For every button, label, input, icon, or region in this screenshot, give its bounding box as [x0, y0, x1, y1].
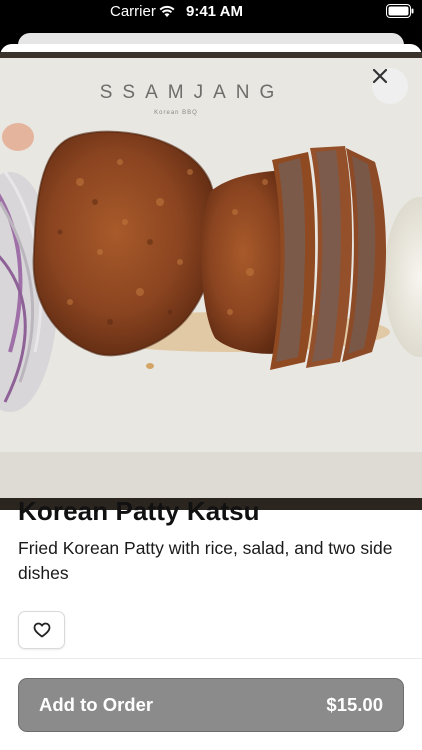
- item-description: Fried Korean Patty with rice, salad, and…: [18, 538, 393, 583]
- wifi-icon: [159, 5, 175, 17]
- item-detail-sheet: SSAMJANG Korean BBQ Korean Patty Katsu F…: [0, 44, 422, 750]
- close-icon: [372, 68, 388, 84]
- favorite-button[interactable]: [18, 611, 65, 649]
- restaurant-subtitle: Korean BBQ: [154, 110, 198, 116]
- add-to-order-button[interactable]: Add to Order $15.00: [18, 678, 404, 732]
- close-button[interactable]: [372, 68, 408, 104]
- add-to-order-label: Add to Order: [39, 694, 154, 715]
- food-photo-illustration: SSAMJANG Korean BBQ: [0, 52, 422, 510]
- divider: [0, 658, 422, 659]
- restaurant-name: SSAMJANG: [100, 82, 285, 103]
- battery-icon: [386, 4, 414, 18]
- item-price: $15.00: [326, 694, 383, 715]
- status-time: 9:41 AM: [186, 3, 243, 20]
- item-title: Korean Patty Katsu: [18, 496, 260, 526]
- carrier-label: Carrier: [110, 3, 156, 20]
- status-bar: Carrier 9:41 AM: [0, 0, 422, 26]
- item-photo: SSAMJANG Korean BBQ: [0, 52, 422, 510]
- heart-icon: [33, 622, 50, 638]
